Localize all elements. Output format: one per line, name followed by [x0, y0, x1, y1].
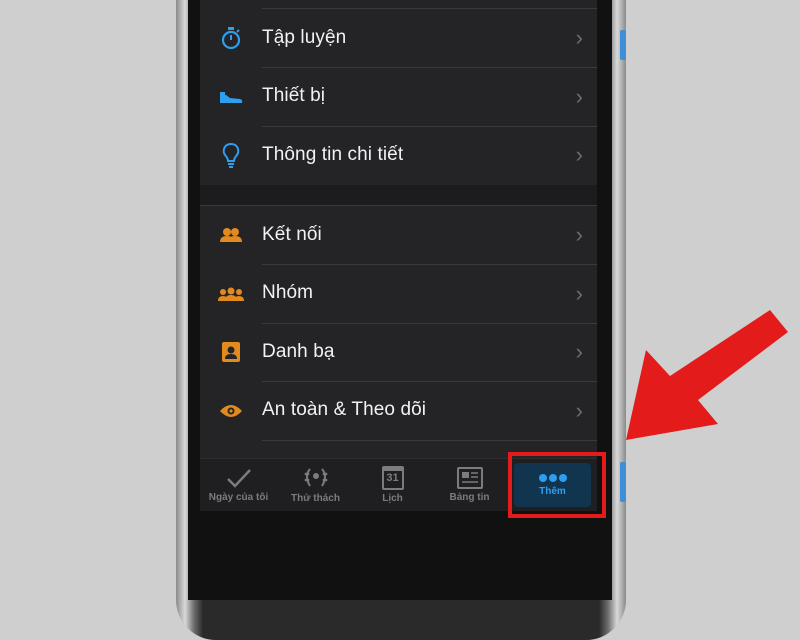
- menu-item-label: Nhóm: [262, 264, 597, 324]
- groups-icon: [200, 287, 262, 301]
- tab-bang-tin[interactable]: Bảng tin: [431, 459, 508, 511]
- phone-side-button: [620, 30, 626, 60]
- menu-item-thiet-bi[interactable]: Thiết bị ›: [200, 68, 597, 127]
- tab-thu-thach[interactable]: Thử thách: [277, 459, 354, 511]
- annotation-arrow-icon: [626, 310, 788, 440]
- chevron-right-icon: ›: [575, 339, 583, 365]
- shoe-icon: [200, 89, 262, 105]
- menu-item-danh-ba[interactable]: Danh bạ ›: [200, 323, 597, 382]
- tab-lich[interactable]: 31 Lịch: [354, 459, 431, 511]
- menu-item-label: Thông tin chi tiết: [262, 144, 404, 166]
- chevron-right-icon: ›: [575, 142, 583, 168]
- menu-item-an-toan-theo-doi[interactable]: An toàn & Theo dõi ›: [200, 382, 597, 441]
- annotation-highlight-box: [508, 452, 606, 518]
- app-view: Tập luyện › Thiết bị › Thông tin chi tiế…: [200, 0, 597, 510]
- laurel-icon: [304, 468, 327, 487]
- check-icon: [226, 469, 251, 488]
- newsfeed-icon: [456, 467, 483, 489]
- menu-item-tap-luyen[interactable]: Tập luyện ›: [200, 9, 597, 68]
- connections-icon: [200, 227, 262, 243]
- stopwatch-icon: [200, 26, 262, 50]
- section-divider: [200, 185, 597, 206]
- menu-item-label: Danh bạ: [262, 323, 597, 382]
- tab-label: Thử thách: [291, 493, 340, 504]
- lightbulb-icon: [200, 142, 262, 169]
- menu-section-social: Kết nối › Nhóm › Danh bạ › An toàn & The…: [200, 206, 597, 458]
- menu-item-label: Kết nối: [262, 206, 597, 265]
- menu-item-ket-noi[interactable]: Kết nối ›: [200, 206, 597, 265]
- eye-icon: [200, 403, 262, 419]
- chevron-right-icon: ›: [575, 222, 583, 248]
- menu-section-training: Tập luyện › Thiết bị › Thông tin chi tiế…: [200, 0, 597, 185]
- chevron-right-icon: ›: [575, 280, 583, 306]
- phone-side-button: [620, 462, 626, 502]
- calendar-icon: 31: [381, 466, 404, 490]
- menu-item-label: Tập luyện: [262, 9, 597, 68]
- menu-item-label: An toàn & Theo dõi: [262, 381, 597, 441]
- tab-ngay-cua-toi[interactable]: Ngày của tôi: [200, 459, 277, 511]
- menu-item-label: Thiết bị: [262, 67, 597, 127]
- chevron-right-icon: ›: [575, 83, 583, 109]
- chevron-right-icon: ›: [575, 25, 583, 51]
- tab-label: Bảng tin: [449, 492, 490, 503]
- contacts-icon: [200, 341, 262, 363]
- tab-label: Lịch: [382, 493, 403, 504]
- tab-label: Ngày của tôi: [208, 492, 269, 503]
- chevron-right-icon: ›: [575, 397, 583, 423]
- menu-item-thong-tin-chi-tiet[interactable]: Thông tin chi tiết ›: [200, 126, 597, 185]
- menu-item-nhom[interactable]: Nhóm ›: [200, 265, 597, 324]
